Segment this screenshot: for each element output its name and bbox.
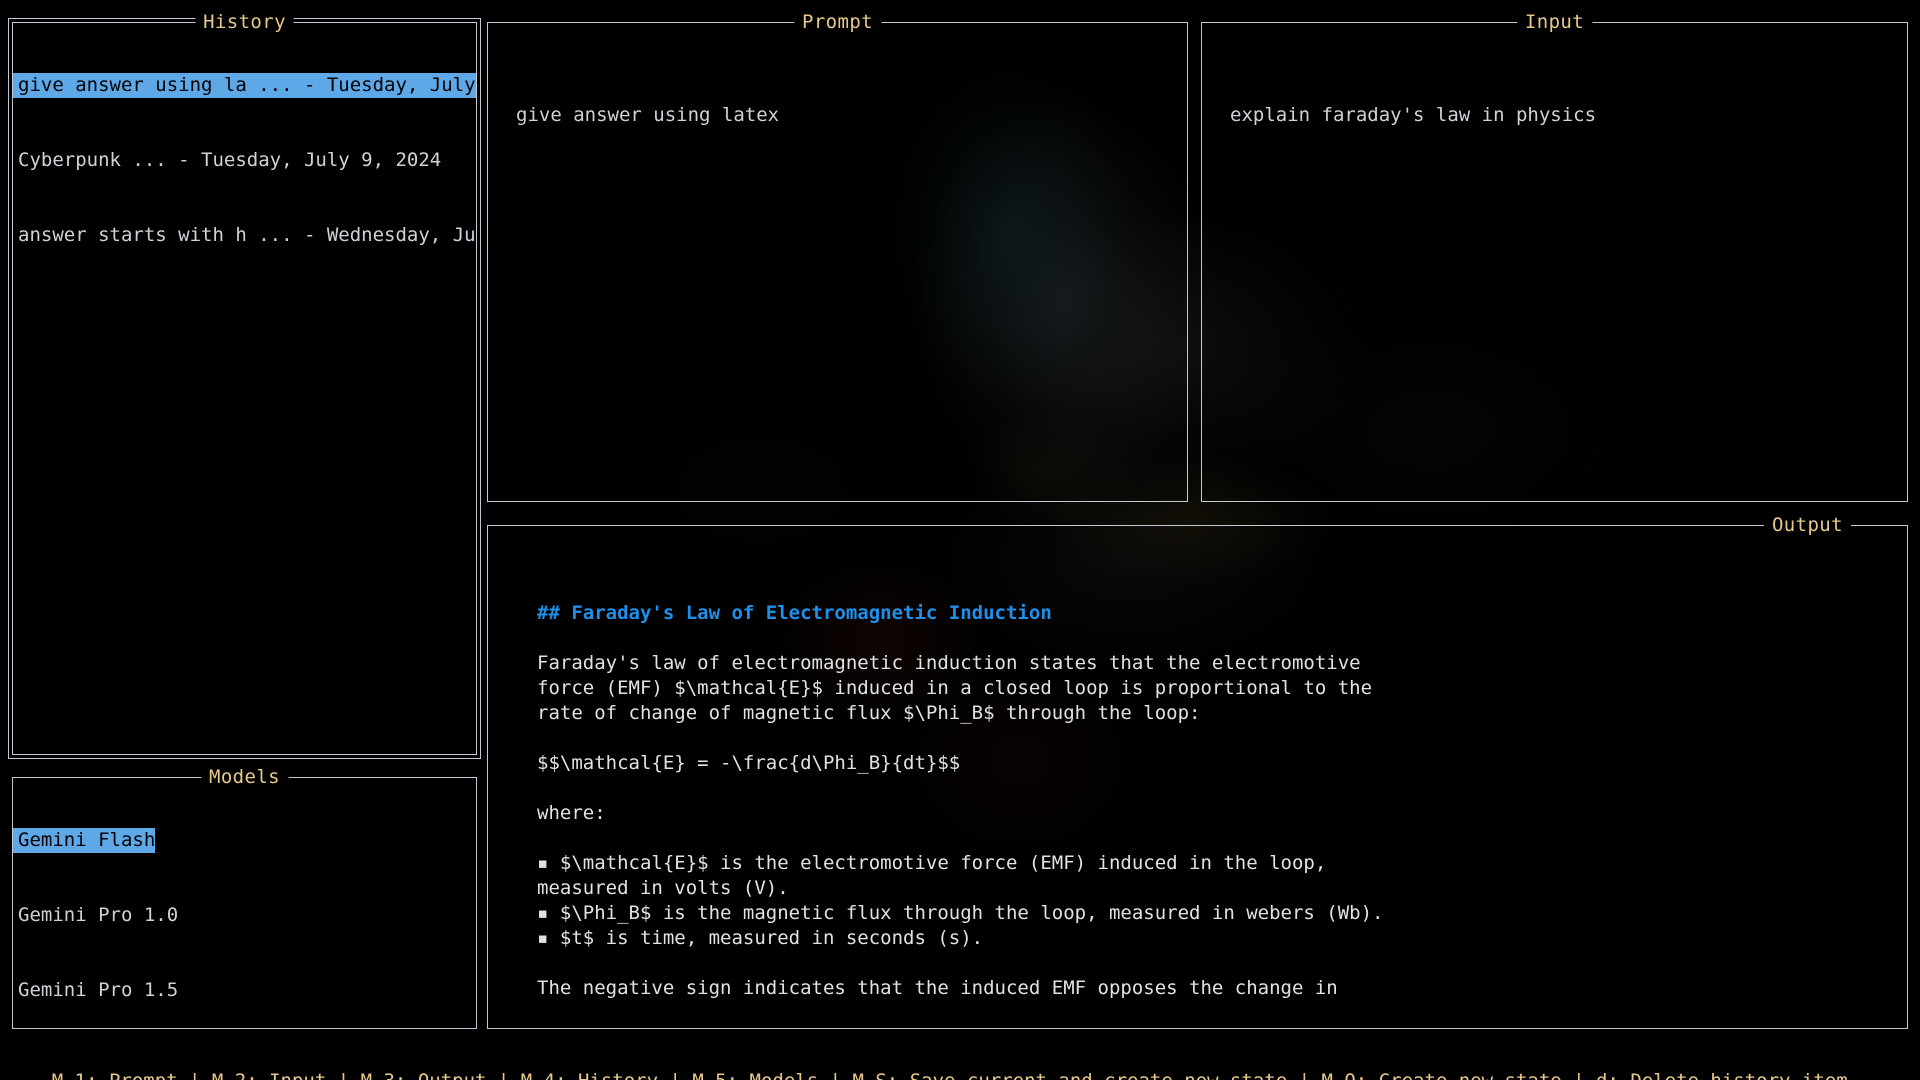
models-list[interactable]: Gemini Flash Gemini Pro 1.0 Gemini Pro 1…	[13, 778, 476, 1028]
output-text-line: where:	[537, 801, 1907, 826]
output-blank-line	[537, 826, 1907, 851]
output-heading: ## Faraday's Law of Electromagnetic Indu…	[537, 601, 1907, 626]
history-list-item[interactable]: Cyberpunk ... - Tuesday, July 9, 2024	[13, 148, 476, 173]
output-blank-line	[537, 726, 1907, 751]
output-bullet-line: ▪ $t$ is time, measured in seconds (s).	[537, 926, 1907, 951]
output-text-line: Faraday's law of electromagnetic inducti…	[537, 651, 1907, 676]
output-blank-line	[537, 951, 1907, 976]
output-panel[interactable]: Output ## Faraday's Law of Electromagnet…	[487, 525, 1908, 1029]
output-blank-line	[537, 626, 1907, 651]
status-bar-text: M-1: Prompt | M-2: Input | M-3: Output |…	[52, 1070, 1848, 1080]
output-blank-line	[537, 776, 1907, 801]
model-list-item[interactable]: Gemini Flash	[13, 828, 155, 853]
model-list-item[interactable]: Gemini Pro 1.0	[13, 903, 178, 928]
input-panel[interactable]: Input explain faraday's law in physics	[1201, 22, 1908, 502]
history-panel[interactable]: History give answer using la ... - Tuesd…	[12, 22, 477, 755]
output-bullet-line: ▪ $\Phi_B$ is the magnetic flux through …	[537, 901, 1907, 926]
output-bullet-line: ▪ $\mathcal{E}$ is the electromotive for…	[537, 851, 1907, 876]
output-blank-line	[537, 576, 1907, 601]
output-text-line: measured in volts (V).	[537, 876, 1907, 901]
output-text-line: force (EMF) $\mathcal{E}$ induced in a c…	[537, 676, 1907, 701]
model-list-item[interactable]: Gemini Pro 1.5	[13, 978, 178, 1003]
output-content[interactable]: ## Faraday's Law of Electromagnetic Indu…	[488, 526, 1907, 1028]
output-text-line: The negative sign indicates that the ind…	[537, 976, 1907, 1001]
history-list-item[interactable]: answer starts with h ... - Wednesday, Ju…	[13, 223, 476, 248]
input-text[interactable]: explain faraday's law in physics	[1230, 103, 1907, 128]
history-list-item[interactable]: give answer using la ... - Tuesday, July	[13, 73, 476, 98]
history-list[interactable]: give answer using la ... - Tuesday, July…	[13, 23, 476, 754]
prompt-panel[interactable]: Prompt give answer using latex	[487, 22, 1188, 502]
prompt-text[interactable]: give answer using latex	[516, 103, 1187, 128]
prompt-textarea[interactable]: give answer using latex	[488, 23, 1187, 501]
status-bar: M-1: Prompt | M-2: Input | M-3: Output |…	[0, 1042, 1920, 1068]
models-panel[interactable]: Models Gemini Flash Gemini Pro 1.0 Gemin…	[12, 777, 477, 1029]
output-text-line: rate of change of magnetic flux $\Phi_B$…	[537, 701, 1907, 726]
output-text-line: $$\mathcal{E} = -\frac{d\Phi_B}{dt}$$	[537, 751, 1907, 776]
input-textarea[interactable]: explain faraday's law in physics	[1202, 23, 1907, 501]
